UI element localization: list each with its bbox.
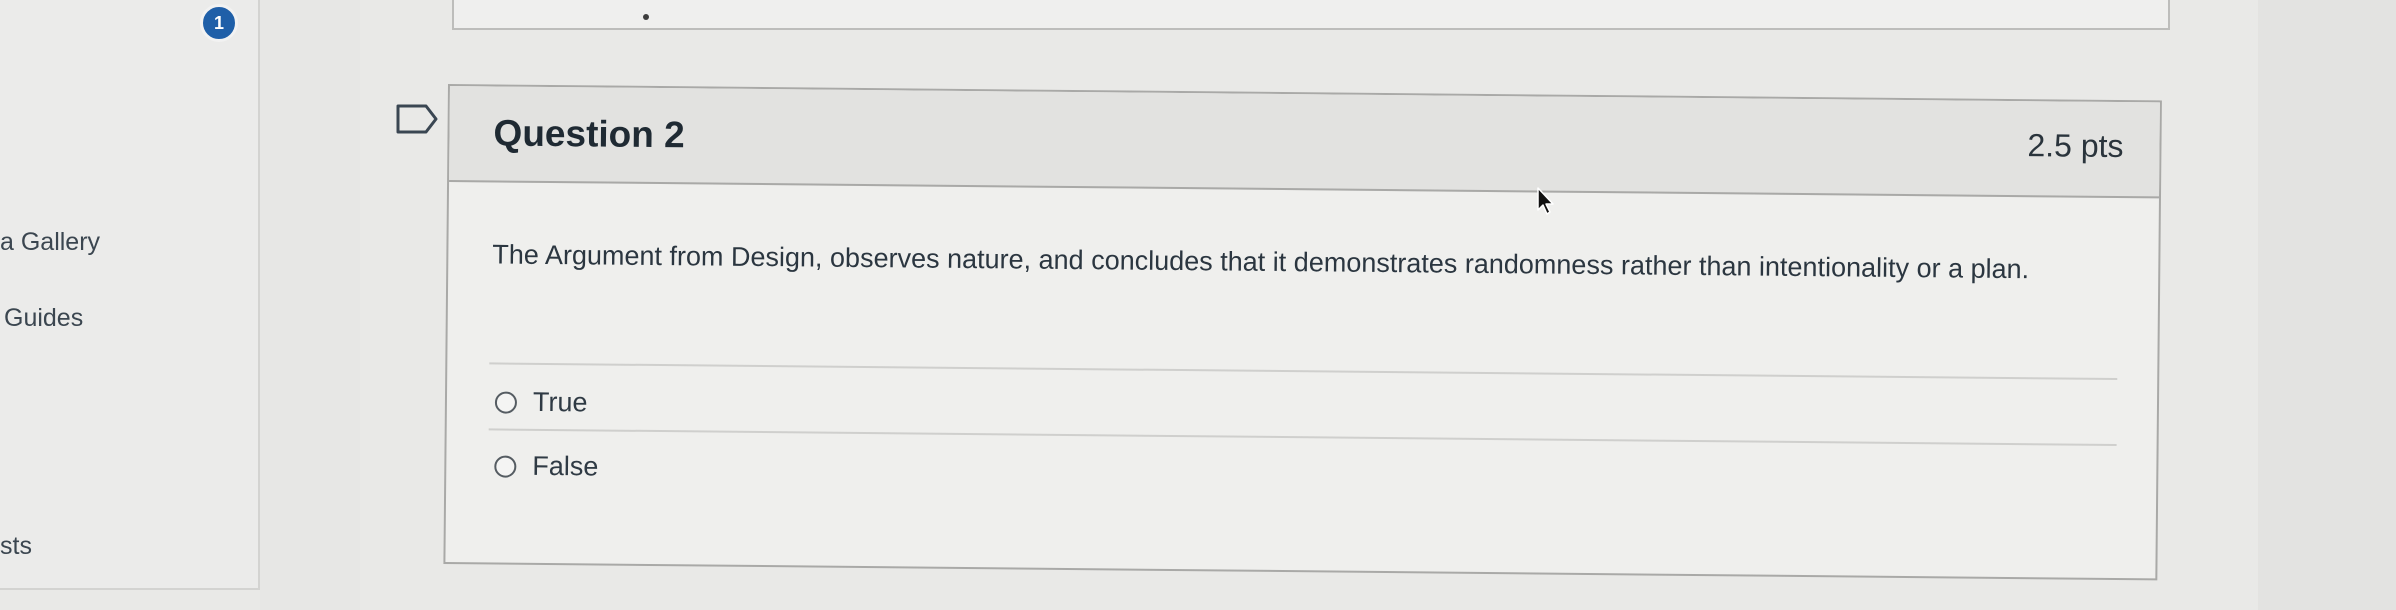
flag-icon[interactable] — [396, 104, 438, 134]
sidebar-item-gallery[interactable]: a Gallery — [0, 228, 100, 257]
question-header: Question 2 2.5 pts — [449, 86, 2160, 199]
question-text: The Argument from Design, observes natur… — [492, 239, 2030, 285]
radio-button-false[interactable] — [494, 454, 517, 478]
answer-option-false[interactable]: False — [494, 450, 599, 482]
answer-divider — [488, 428, 2117, 447]
answer-divider — [489, 362, 2118, 381]
previous-question-card — [452, 0, 2170, 30]
answer-label: True — [532, 386, 588, 418]
content-gutter — [260, 0, 360, 610]
question-points: 2.5 pts — [2027, 127, 2124, 165]
sidebar-item-lists[interactable]: sts — [0, 532, 32, 561]
question-card: Question 2 2.5 pts The Argument from Des… — [443, 84, 2162, 581]
mouse-pointer-icon — [1537, 187, 1554, 215]
question-title: Question 2 — [493, 112, 685, 156]
dust-dot — [643, 14, 649, 20]
answer-option-true[interactable]: True — [494, 386, 588, 418]
sidebar-item-guides[interactable]: Guides — [4, 304, 83, 333]
notification-badge[interactable]: 1 — [200, 4, 238, 42]
left-sidebar: 1 a Gallery Guides sts — [0, 0, 260, 590]
radio-button-true[interactable] — [494, 390, 518, 414]
answer-label: False — [532, 450, 599, 482]
right-margin — [2258, 0, 2396, 610]
